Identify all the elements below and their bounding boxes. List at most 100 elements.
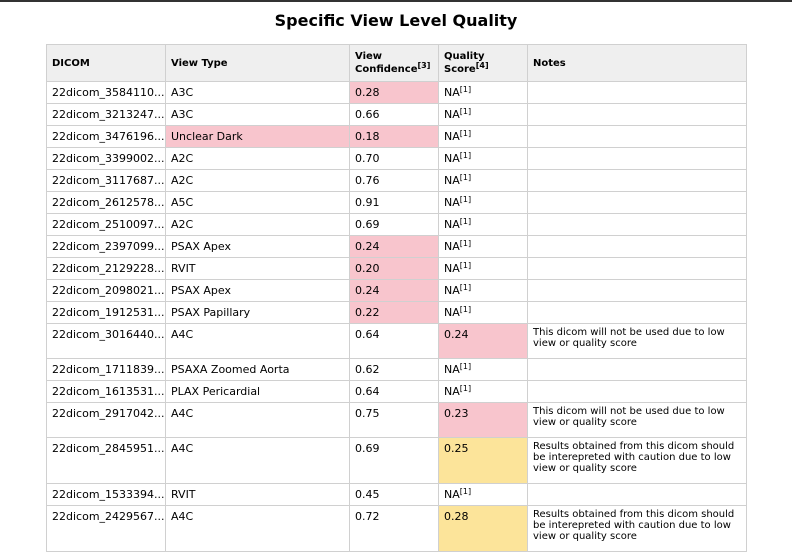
quality-score-ref: [1]	[459, 283, 472, 292]
quality-score-cell: NA[1]	[438, 191, 528, 214]
quality-score-ref: [1]	[459, 129, 472, 138]
quality-score-value: NA	[444, 240, 460, 253]
quality-score-cell: NA[1]	[438, 147, 528, 170]
quality-score-ref: [1]	[459, 173, 472, 182]
quality-score-value: 0.24	[444, 328, 469, 341]
dicom-cell: 22dicom_3016440...	[46, 323, 166, 359]
quality-score-ref: [1]	[459, 217, 472, 226]
header-view-confidence-line1: View	[355, 51, 383, 62]
header-view-confidence: View Confidence[3]	[349, 44, 439, 82]
quality-score-cell: NA[1]	[438, 483, 528, 506]
view-confidence-cell: 0.69	[349, 213, 439, 236]
quality-score-cell: NA[1]	[438, 257, 528, 280]
quality-score-value: NA	[444, 262, 460, 275]
notes-cell	[527, 81, 747, 104]
quality-score-ref: [1]	[459, 85, 472, 94]
quality-score-ref: [1]	[459, 239, 472, 248]
view-type-cell: A2C	[165, 169, 350, 192]
view-type-cell: A5C	[165, 191, 350, 214]
quality-score-value: NA	[444, 488, 460, 501]
quality-score-value: NA	[444, 86, 460, 99]
quality-score-ref: [1]	[459, 305, 472, 314]
table-header-row: DICOM View Type View Confidence[3] Qualit…	[46, 44, 747, 82]
view-type-cell: PLAX Pericardial	[165, 380, 350, 403]
dicom-cell: 22dicom_2917042...	[46, 402, 166, 438]
table-row: 22dicom_2510097... A2C 0.69 NA[1]	[46, 213, 747, 236]
quality-score-cell: 0.28	[438, 505, 528, 552]
view-confidence-cell: 0.64	[349, 323, 439, 359]
view-type-cell: Unclear Dark	[165, 125, 350, 148]
quality-score-cell: 0.25	[438, 437, 528, 484]
quality-score-value: 0.23	[444, 407, 469, 420]
quality-score-cell: NA[1]	[438, 301, 528, 324]
view-confidence-cell: 0.66	[349, 103, 439, 126]
table-row: 22dicom_3476196... Unclear Dark 0.18 NA[…	[46, 125, 747, 148]
dicom-cell: 22dicom_2129228...	[46, 257, 166, 280]
view-confidence-cell: 0.64	[349, 380, 439, 403]
header-dicom: DICOM	[46, 44, 166, 82]
view-confidence-cell: 0.45	[349, 483, 439, 506]
header-quality-score: Quality Score[4]	[438, 44, 528, 82]
view-type-cell: PSAX Apex	[165, 235, 350, 258]
quality-score-cell: 0.23	[438, 402, 528, 438]
view-type-cell: A2C	[165, 213, 350, 236]
quality-score-value: NA	[444, 196, 460, 209]
notes-cell	[527, 147, 747, 170]
view-confidence-cell: 0.76	[349, 169, 439, 192]
dicom-cell: 22dicom_3399002...	[46, 147, 166, 170]
quality-score-ref: [1]	[459, 362, 472, 371]
dicom-cell: 22dicom_2397099...	[46, 235, 166, 258]
table-row: 22dicom_3117687... A2C 0.76 NA[1]	[46, 169, 747, 192]
table-row: 22dicom_3213247... A3C 0.66 NA[1]	[46, 103, 747, 126]
notes-cell	[527, 103, 747, 126]
quality-score-value: NA	[444, 218, 460, 231]
dicom-cell: 22dicom_1613531...	[46, 380, 166, 403]
table-row: 22dicom_2397099... PSAX Apex 0.24 NA[1]	[46, 235, 747, 258]
table-row: 22dicom_2612578... A5C 0.91 NA[1]	[46, 191, 747, 214]
header-quality-score-ref: [4]	[475, 61, 489, 70]
quality-score-value: NA	[444, 284, 460, 297]
view-type-cell: PSAXA Zoomed Aorta	[165, 358, 350, 381]
view-confidence-cell: 0.70	[349, 147, 439, 170]
view-type-cell: A4C	[165, 402, 350, 438]
page-title: Specific View Level Quality	[274, 11, 518, 30]
quality-score-ref: [1]	[459, 261, 472, 270]
notes-cell	[527, 235, 747, 258]
notes-cell	[527, 483, 747, 506]
view-confidence-cell: 0.75	[349, 402, 439, 438]
quality-score-value: NA	[444, 174, 460, 187]
table-row: 22dicom_3399002... A2C 0.70 NA[1]	[46, 147, 747, 170]
quality-score-cell: NA[1]	[438, 380, 528, 403]
quality-score-value: NA	[444, 130, 460, 143]
header-quality-score-line2: Score	[444, 64, 476, 75]
notes-cell	[527, 301, 747, 324]
view-type-cell: PSAX Papillary	[165, 301, 350, 324]
dicom-cell: 22dicom_2845951...	[46, 437, 166, 484]
notes-cell	[527, 213, 747, 236]
quality-score-value: 0.25	[444, 442, 469, 455]
view-type-cell: A3C	[165, 81, 350, 104]
notes-cell	[527, 279, 747, 302]
table-row: 22dicom_1711839... PSAXA Zoomed Aorta 0.…	[46, 358, 747, 381]
quality-score-cell: 0.24	[438, 323, 528, 359]
dicom-cell: 22dicom_1912531...	[46, 301, 166, 324]
view-confidence-cell: 0.24	[349, 279, 439, 302]
dicom-cell: 22dicom_2510097...	[46, 213, 166, 236]
dicom-cell: 22dicom_2098021...	[46, 279, 166, 302]
view-confidence-cell: 0.72	[349, 505, 439, 552]
view-confidence-cell: 0.18	[349, 125, 439, 148]
table-row: 22dicom_2845951... A4C 0.69 0.25 Results…	[46, 437, 747, 484]
table-row: 22dicom_3016440... A4C 0.64 0.24 This di…	[46, 323, 747, 359]
quality-score-cell: NA[1]	[438, 125, 528, 148]
view-confidence-cell: 0.91	[349, 191, 439, 214]
notes-cell	[527, 191, 747, 214]
dicom-cell: 22dicom_3584110...	[46, 81, 166, 104]
quality-score-cell: NA[1]	[438, 81, 528, 104]
view-type-cell: PSAX Apex	[165, 279, 350, 302]
dicom-cell: 22dicom_3476196...	[46, 125, 166, 148]
quality-score-value: NA	[444, 306, 460, 319]
view-confidence-cell: 0.28	[349, 81, 439, 104]
notes-cell: Results obtained from this dicom should …	[527, 437, 747, 484]
view-quality-table: DICOM View Type View Confidence[3] Qualit…	[46, 44, 747, 552]
view-type-cell: A3C	[165, 103, 350, 126]
